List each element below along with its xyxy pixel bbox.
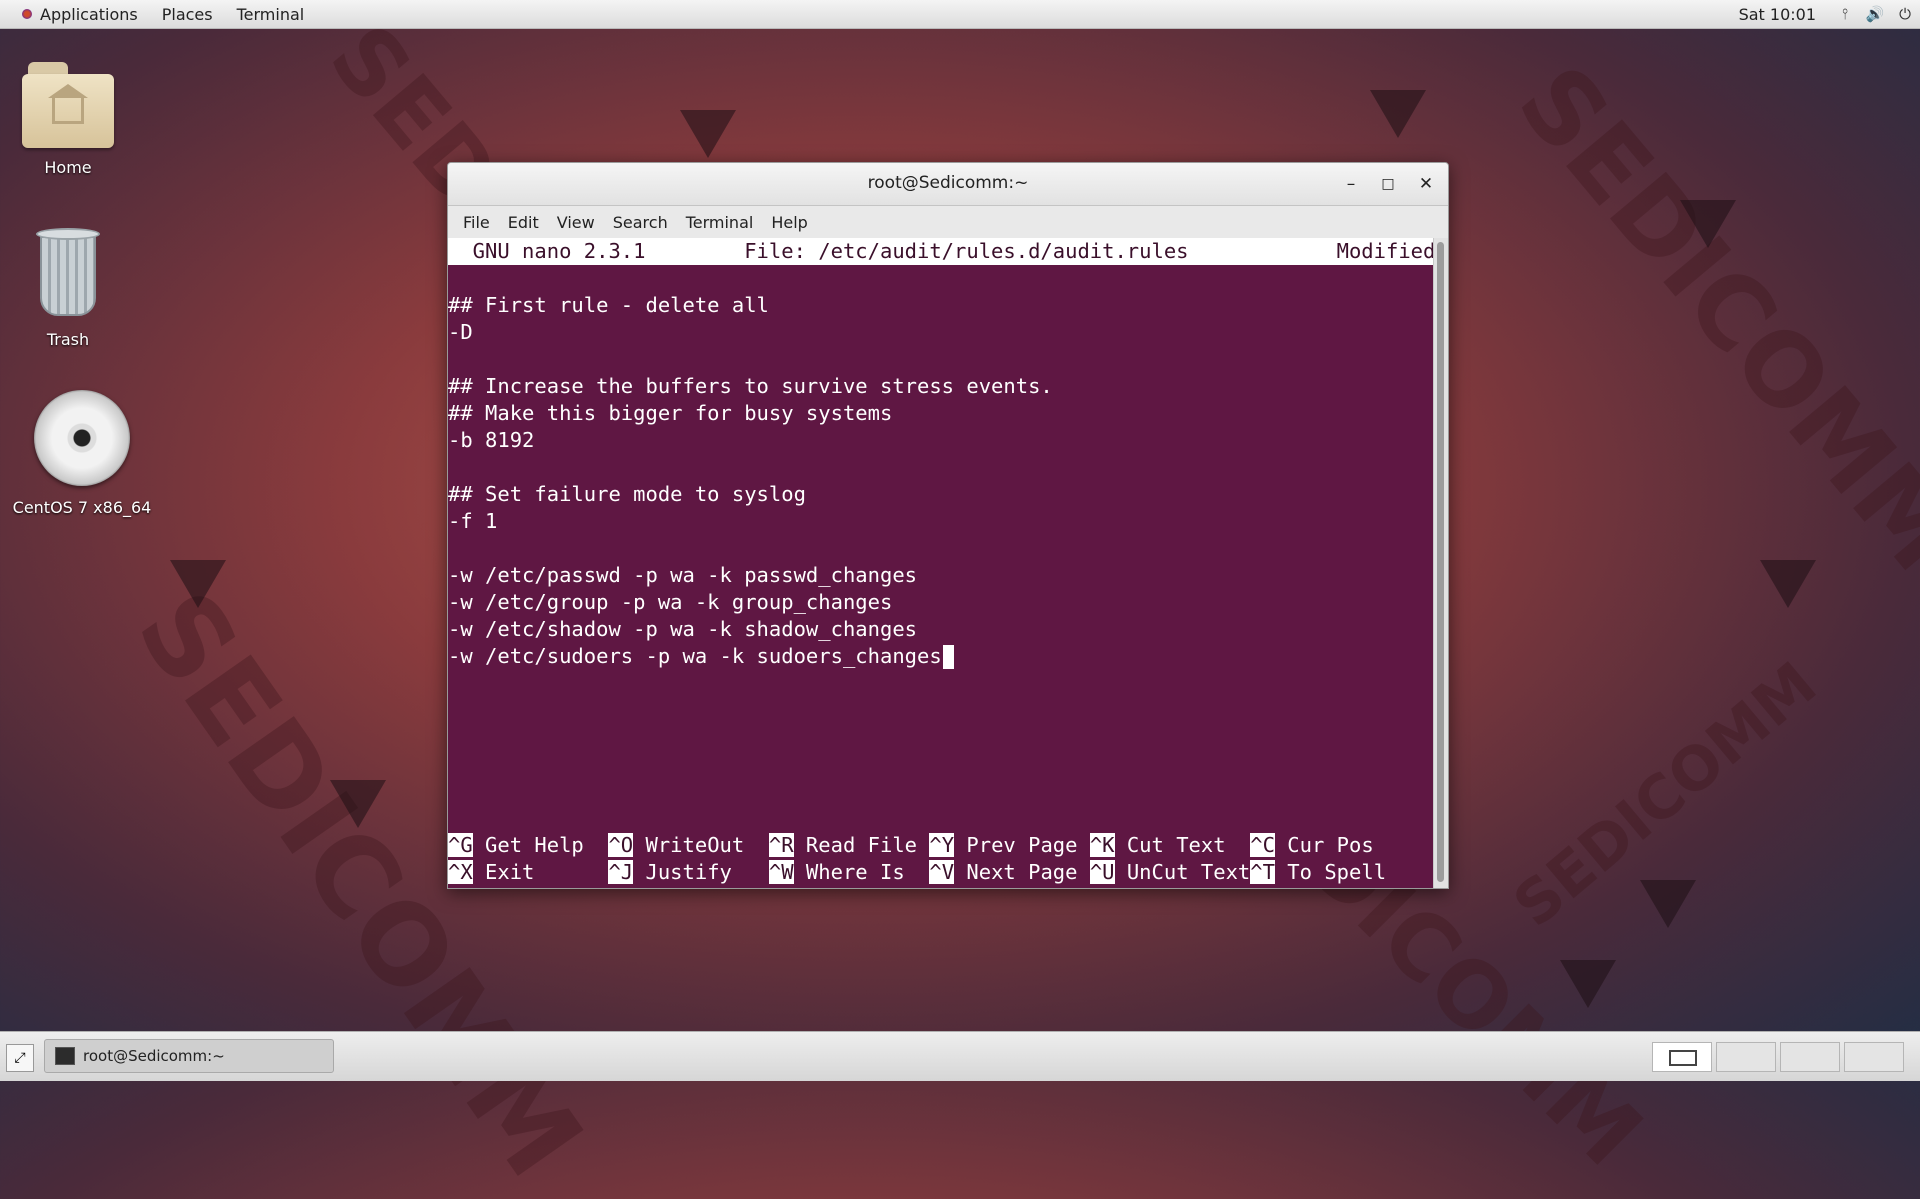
menu-help[interactable]: Help: [762, 213, 816, 232]
shortcut-label: Where Is: [793, 860, 930, 884]
wallpaper-triangle: [1370, 90, 1426, 138]
maximize-icon[interactable]: □: [1375, 171, 1401, 197]
menu-edit[interactable]: Edit: [499, 213, 548, 232]
shortcut-label: Get Help: [472, 833, 609, 857]
scrollbar-thumb[interactable]: [1437, 242, 1444, 882]
terminal-scrollbar[interactable]: [1433, 238, 1448, 888]
nano-header: GNU nano 2.3.1 File: /etc/audit/rules.d/…: [448, 238, 1449, 265]
desktop-icon-label: CentOS 7 x86_64: [12, 498, 152, 517]
window-title: root@Sedicomm:~: [867, 173, 1029, 193]
file-line: ## First rule - delete all: [448, 293, 769, 317]
desktop-icon-centos-disc[interactable]: CentOS 7 x86_64: [12, 390, 152, 517]
shortcut-label: Next Page: [954, 860, 1090, 884]
workspace-2[interactable]: [1716, 1042, 1776, 1072]
shortcut-row-1: ^G Get Help ^O WriteOut ^R Read File ^Y …: [448, 832, 1374, 859]
shortcut-label: UnCut Text: [1114, 860, 1251, 884]
desktop-icon-label: Home: [44, 158, 92, 177]
menu-search[interactable]: Search: [604, 213, 677, 232]
file-line: ## Set failure mode to syslog: [448, 482, 806, 506]
workspace-3[interactable]: [1780, 1042, 1840, 1072]
workspace-1[interactable]: [1652, 1042, 1712, 1072]
desktop-icon-home[interactable]: Home: [0, 56, 138, 177]
taskbar-item-label: root@Sedicomm:~: [83, 1047, 225, 1065]
wallpaper-triangle: [170, 560, 226, 608]
window-menubar: File Edit View Search Terminal Help: [448, 206, 1448, 239]
system-tray: Sat 10:01 ⫯ 🔊 ⏻: [1725, 0, 1920, 28]
file-line: ## Increase the buffers to survive stres…: [448, 374, 1053, 398]
shortcut-key: ^X: [448, 860, 473, 884]
bottom-panel: ⤢ root@Sedicomm:~: [0, 1031, 1920, 1081]
file-line: -b 8192: [448, 428, 535, 452]
shortcut-label: To Spell: [1274, 860, 1387, 884]
terminal-window[interactable]: root@Sedicomm:~ – □ ✕ File Edit View Sea…: [447, 162, 1449, 889]
shortcut-key: ^K: [1089, 833, 1115, 857]
terminal-app-menu[interactable]: Terminal: [225, 0, 317, 28]
file-line: -w /etc/passwd -p wa -k passwd_changes: [448, 563, 917, 587]
menu-terminal[interactable]: Terminal: [677, 213, 763, 232]
file-line: -w /etc/group -p wa -k group_changes: [448, 590, 893, 614]
shortcut-label: Prev Page: [954, 833, 1090, 857]
wallpaper-triangle: [1760, 560, 1816, 608]
top-panel: Applications Places Terminal Sat 10:01 ⫯…: [0, 0, 1920, 29]
shortcut-label: Cur Pos: [1274, 833, 1374, 857]
network-icon[interactable]: ⫯: [1834, 5, 1856, 23]
wallpaper-watermark: SEDICOMM: [1500, 649, 1830, 941]
workspace-4[interactable]: [1844, 1042, 1904, 1072]
menu-file[interactable]: File: [454, 213, 499, 232]
shortcut-key: ^O: [608, 833, 634, 857]
shortcut-key: ^Y: [929, 833, 955, 857]
show-desktop-icon[interactable]: ⤢: [6, 1044, 34, 1072]
minimize-icon[interactable]: –: [1338, 171, 1364, 197]
applications-menu[interactable]: Applications: [0, 0, 150, 28]
wallpaper-triangle: [680, 110, 736, 158]
shortcut-key: ^V: [929, 860, 955, 884]
wallpaper-triangle: [330, 780, 386, 828]
shortcut-label: Exit: [472, 860, 609, 884]
power-icon[interactable]: ⏻: [1894, 5, 1916, 23]
shortcut-key: ^R: [768, 833, 794, 857]
text-cursor: [942, 645, 954, 669]
places-menu[interactable]: Places: [150, 0, 225, 28]
gnome-foot-icon: [20, 7, 34, 21]
volume-icon[interactable]: 🔊: [1864, 5, 1886, 23]
shortcut-key: ^G: [448, 833, 473, 857]
shortcut-label: WriteOut: [633, 833, 769, 857]
taskbar-item-terminal[interactable]: root@Sedicomm:~: [44, 1039, 334, 1073]
window-thumbnail: [1669, 1050, 1697, 1066]
desktop-icon-trash[interactable]: Trash: [0, 228, 138, 349]
file-line: -w /etc/shadow -p wa -k shadow_changes: [448, 617, 917, 641]
close-icon[interactable]: ✕: [1413, 171, 1439, 197]
terminal-icon: [55, 1047, 75, 1065]
shortcut-key: ^C: [1250, 833, 1275, 857]
file-line: -D: [448, 320, 473, 344]
wallpaper-triangle: [1560, 960, 1616, 1008]
shortcut-key: ^T: [1250, 860, 1275, 884]
menu-view[interactable]: View: [548, 213, 604, 232]
file-line: -f 1: [448, 509, 498, 533]
applications-label: Applications: [40, 4, 138, 24]
shortcut-key: ^U: [1089, 860, 1115, 884]
trash-icon: [36, 228, 100, 318]
clock[interactable]: Sat 10:01: [1725, 5, 1830, 24]
wallpaper-watermark: SEDICOMM: [1495, 44, 1920, 593]
file-line-text: -w /etc/sudoers -p wa -k sudoers_changes: [448, 644, 942, 668]
file-line: ## Make this bigger for busy systems: [448, 401, 893, 425]
shortcut-label: Read File: [793, 833, 930, 857]
shortcut-row-2: ^X Exit ^J Justify ^W Where Is ^V Next P…: [448, 859, 1386, 886]
home-folder-icon: [22, 56, 114, 148]
terminal-area[interactable]: GNU nano 2.3.1 File: /etc/audit/rules.d/…: [448, 238, 1449, 888]
shortcut-label: Justify: [633, 860, 769, 884]
shortcut-label: Cut Text: [1114, 833, 1251, 857]
desktop-icon-label: Trash: [46, 330, 90, 349]
file-line-current: -w /etc/sudoers -p wa -k sudoers_changes: [448, 643, 954, 670]
wallpaper-triangle: [1680, 200, 1736, 248]
shortcut-key: ^W: [768, 860, 794, 884]
disc-icon: [34, 390, 130, 486]
window-titlebar[interactable]: root@Sedicomm:~ – □ ✕: [448, 163, 1448, 206]
wallpaper-triangle: [1640, 880, 1696, 928]
shortcut-key: ^J: [608, 860, 634, 884]
